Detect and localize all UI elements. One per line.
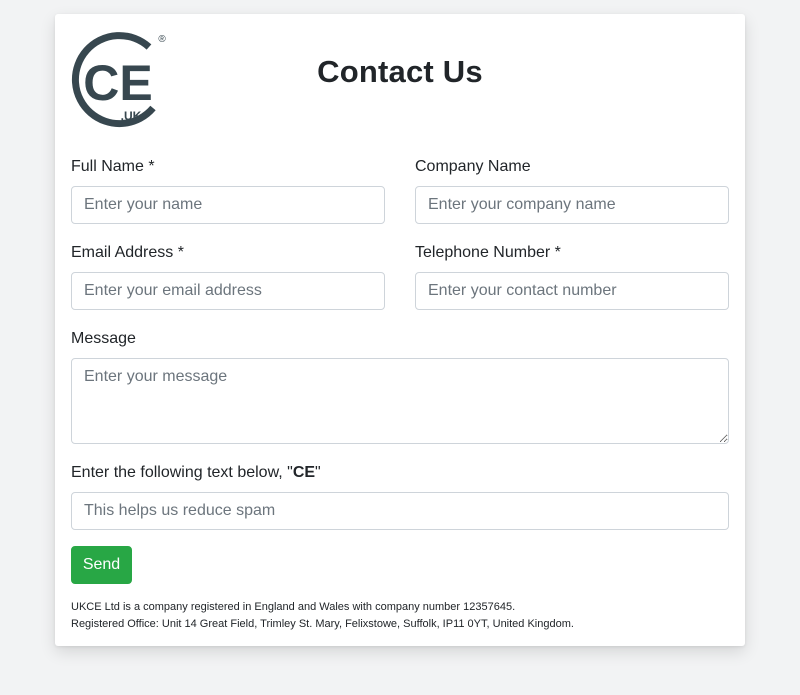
captcha-label-suffix: " <box>315 464 321 481</box>
logo-subtext: .UK <box>121 109 142 123</box>
message-label: Message <box>71 330 136 347</box>
send-button[interactable]: Send <box>71 546 132 584</box>
captcha-input[interactable] <box>71 492 729 530</box>
message-textarea[interactable] <box>71 358 729 444</box>
captcha-label: Enter the following text below, "CE" <box>71 464 321 482</box>
telephone-label: Telephone Number * <box>415 244 561 261</box>
contact-card: CE .UK ® Contact Us Full Name * Company … <box>55 14 745 646</box>
full-name-input[interactable] <box>71 186 385 224</box>
page-title: Contact Us <box>317 54 483 89</box>
email-input[interactable] <box>71 272 385 310</box>
footer-registration-line: UKCE Ltd is a company registered in Engl… <box>71 601 516 613</box>
registered-mark: ® <box>158 34 166 45</box>
captcha-code: CE <box>292 464 316 481</box>
footer-address-line: Registered Office: Unit 14 Great Field, … <box>71 618 574 630</box>
telephone-input[interactable] <box>415 272 729 310</box>
captcha-label-prefix: Enter the following text below, " <box>71 464 293 481</box>
company-footer: UKCE Ltd is a company registered in Engl… <box>71 599 574 633</box>
full-name-label: Full Name * <box>71 158 155 175</box>
email-label: Email Address * <box>71 244 184 261</box>
company-name-input[interactable] <box>415 186 729 224</box>
company-name-label: Company Name <box>415 158 531 175</box>
